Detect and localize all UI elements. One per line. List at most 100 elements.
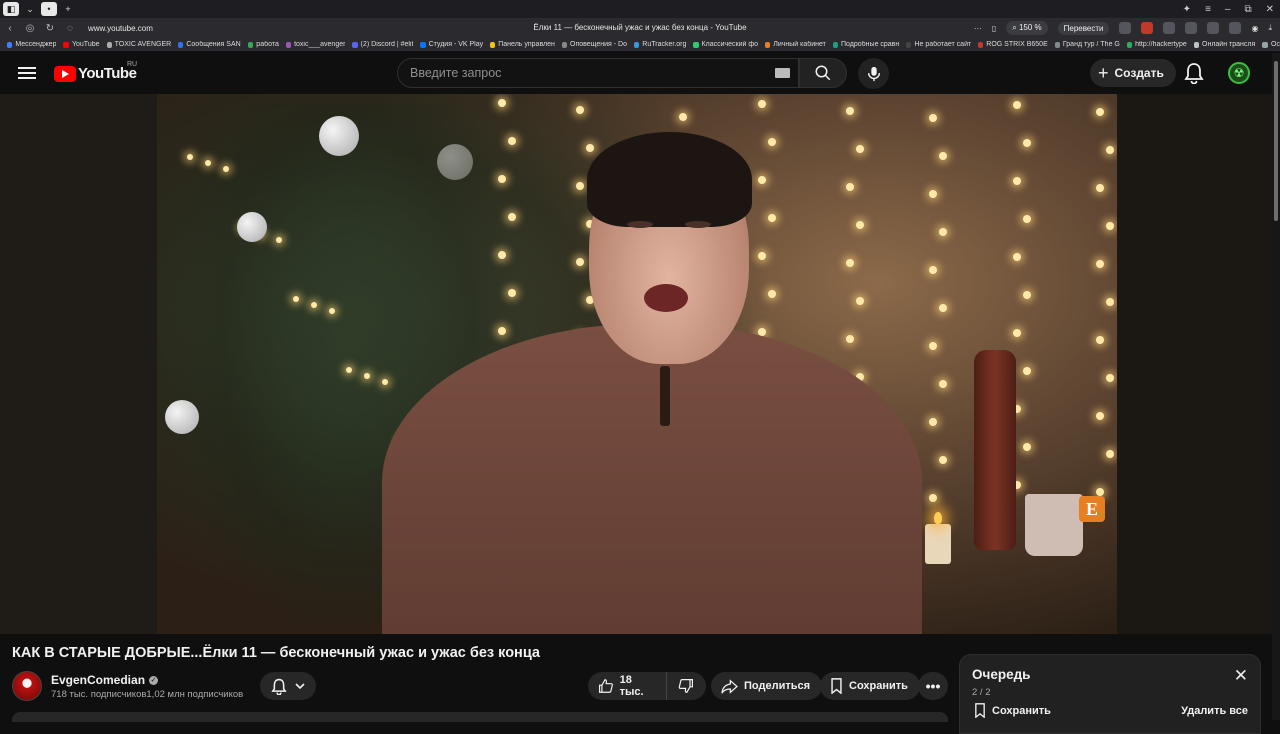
- bookmark-label: ROG STRIX B650E: [986, 41, 1048, 48]
- light-bulb: [939, 456, 947, 464]
- bookmark-icon[interactable]: ▯: [992, 24, 996, 33]
- youtube-logo[interactable]: YouTube RU: [54, 61, 137, 82]
- translate-button[interactable]: Перевести: [1057, 21, 1110, 35]
- extension-icon[interactable]: [1207, 22, 1220, 34]
- hamburger-menu-icon[interactable]: [18, 64, 36, 82]
- bookmark-item[interactable]: Подробные сравн: [832, 41, 900, 48]
- bookmark-item[interactable]: TOXIC AVENGER: [106, 41, 171, 48]
- bookmark-favicon-icon: [7, 41, 13, 48]
- bookmark-item[interactable]: Оповещения - Do: [561, 41, 627, 48]
- account-avatar[interactable]: ☢: [1228, 62, 1250, 84]
- bookmark-item[interactable]: Гранд тур / The G: [1054, 41, 1120, 48]
- subscription-bell-button[interactable]: [260, 672, 316, 700]
- back-icon[interactable]: ‹: [0, 23, 20, 34]
- create-button[interactable]: + Создать: [1090, 59, 1176, 87]
- channel-name[interactable]: EvgenComedian: [51, 673, 145, 687]
- light-bulb: [768, 290, 776, 298]
- bookmark-item[interactable]: toxic___avenger: [285, 41, 345, 48]
- bookmark-item[interactable]: Личный кабинет: [765, 41, 826, 48]
- bookmark-item[interactable]: Ос: [1262, 41, 1280, 48]
- bookmark-item[interactable]: http://hackertype: [1126, 41, 1187, 48]
- profile-icon[interactable]: ◉: [1251, 24, 1258, 33]
- bookmark-item[interactable]: (2) Discord | #elit: [352, 41, 413, 48]
- chevron-down-icon: [295, 683, 305, 690]
- share-button[interactable]: Поделиться: [711, 672, 823, 700]
- bookmark-item[interactable]: Онлайн трансля: [1193, 41, 1255, 48]
- bookmark-item[interactable]: работа: [247, 41, 279, 48]
- more-horizontal-icon: •••: [925, 678, 941, 694]
- window-controls: ✦ ≡ – ⧉ ✕: [1183, 0, 1274, 18]
- more-icon[interactable]: ···: [974, 24, 982, 33]
- queue-title: Очередь: [972, 667, 1031, 682]
- light-bulb: [1013, 177, 1021, 185]
- description-box[interactable]: [12, 712, 948, 722]
- bookmark-item[interactable]: RuTracker.org: [633, 41, 686, 48]
- close-window-icon[interactable]: ✕: [1266, 4, 1274, 15]
- bookmark-favicon-icon: [1193, 41, 1200, 48]
- light-bulb: [1013, 101, 1021, 109]
- download-icon[interactable]: ⤓: [1268, 23, 1272, 33]
- like-button[interactable]: 18 тыс.: [588, 672, 667, 700]
- ambient-right: [1117, 94, 1272, 634]
- channel-name-row[interactable]: EvgenComedian ✓: [51, 673, 159, 687]
- channel-avatar[interactable]: [12, 671, 42, 701]
- sidebar-toggle-icon[interactable]: ◧: [3, 2, 19, 16]
- bookmark-item[interactable]: Панель управлен: [490, 41, 555, 48]
- channel-watermark[interactable]: E: [1079, 496, 1105, 522]
- reload-icon[interactable]: ↻: [40, 23, 60, 34]
- bookmark-label: Студия - VK Play: [428, 41, 484, 48]
- voice-search-button[interactable]: [858, 58, 889, 89]
- more-actions-button[interactable]: •••: [918, 672, 948, 700]
- new-tab-icon[interactable]: +: [60, 2, 76, 16]
- bookmark-label: Подробные сравн: [841, 41, 900, 48]
- pin-icon[interactable]: ✦: [1183, 4, 1191, 15]
- lock-icon[interactable]: ◌: [60, 23, 80, 34]
- extension-icon[interactable]: [1185, 22, 1198, 34]
- search-button[interactable]: [799, 58, 847, 88]
- search-input[interactable]: [398, 59, 758, 87]
- vase: [974, 350, 1016, 550]
- zoom-indicator[interactable]: ⌕ 150 %: [1006, 21, 1048, 35]
- url-field[interactable]: www.youtube.com: [88, 24, 153, 33]
- keyboard-icon[interactable]: [775, 68, 790, 78]
- tab-dropdown-icon[interactable]: ⌄: [22, 2, 38, 16]
- active-tab[interactable]: •: [41, 2, 57, 16]
- notifications-button[interactable]: [1184, 62, 1204, 89]
- bookmark-item[interactable]: Классический фо: [693, 41, 758, 48]
- extension-icon[interactable]: [1119, 22, 1132, 34]
- shield-icon[interactable]: ◎: [20, 23, 40, 34]
- light-bulb: [758, 100, 766, 108]
- light-bulb: [939, 228, 947, 236]
- queue-clear-button[interactable]: Удалить все: [1181, 705, 1248, 717]
- dislike-button[interactable]: [667, 678, 706, 694]
- bookmark-item[interactable]: Не работает сайт: [906, 41, 971, 48]
- light-bulb: [929, 342, 937, 350]
- video-player[interactable]: [157, 94, 1117, 634]
- light-bulb: [187, 154, 193, 160]
- thumbs-down-icon: [679, 679, 694, 694]
- settings-icon[interactable]: ≡: [1205, 4, 1211, 15]
- bookmark-icon: [831, 678, 842, 694]
- bookmark-item[interactable]: Мессенджер: [7, 41, 56, 48]
- extension-icon[interactable]: [1229, 22, 1242, 34]
- bookmark-item[interactable]: ROG STRIX B650E: [978, 41, 1048, 48]
- close-queue-icon[interactable]: ✕: [1234, 667, 1248, 684]
- verified-icon: ✓: [149, 675, 159, 685]
- queue-save-button[interactable]: Сохранить: [974, 703, 1051, 718]
- minimize-icon[interactable]: –: [1225, 4, 1231, 15]
- page-scrollbar[interactable]: [1272, 53, 1280, 720]
- candle: [925, 512, 951, 564]
- bookmark-label: Не работает сайт: [914, 41, 972, 48]
- light-bulb: [205, 160, 211, 166]
- extension-icon[interactable]: [1163, 22, 1176, 34]
- bookmark-item[interactable]: YouTube: [63, 41, 100, 48]
- scrollbar-thumb[interactable]: [1274, 61, 1278, 221]
- save-button[interactable]: Сохранить: [820, 672, 920, 700]
- bookmark-item[interactable]: Студия - VK Play: [420, 41, 483, 48]
- bookmark-favicon-icon: [978, 41, 984, 48]
- bookmark-favicon-icon: [1054, 41, 1060, 48]
- bookmark-item[interactable]: Сообщения SAN: [178, 41, 241, 48]
- extension-icon[interactable]: [1141, 22, 1154, 34]
- light-bulb: [856, 221, 864, 229]
- maximize-icon[interactable]: ⧉: [1244, 4, 1251, 15]
